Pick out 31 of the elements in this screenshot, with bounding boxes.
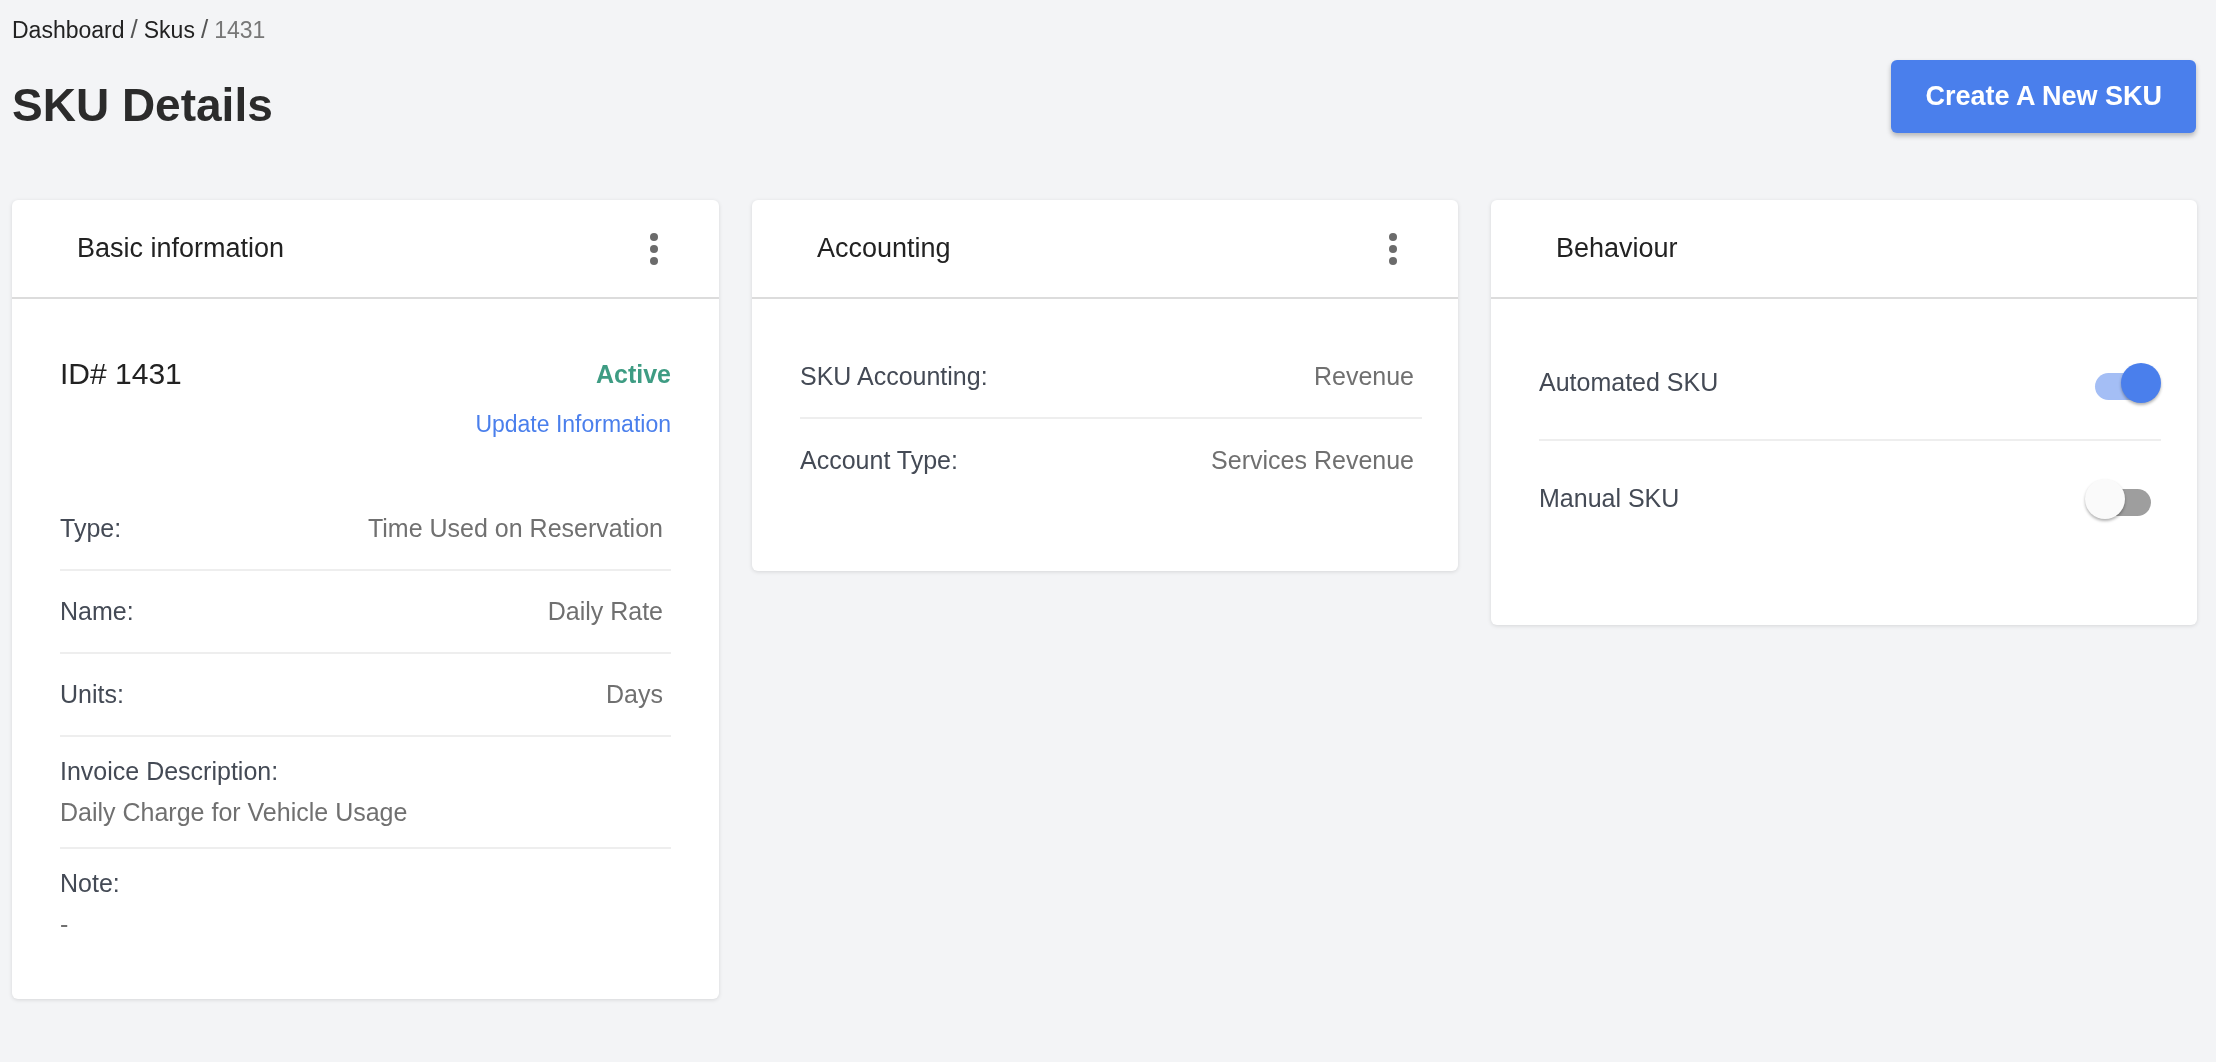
create-sku-button[interactable]: Create A New SKU (1891, 60, 2196, 133)
breadcrumb-separator: / (130, 14, 138, 45)
breadcrumb-current: 1431 (214, 17, 266, 44)
field-label: Note: (60, 869, 120, 898)
more-options-icon[interactable] (649, 231, 659, 266)
field-value: Revenue (1313, 361, 1415, 391)
status-label: Active (595, 359, 671, 389)
field-value: Daily Rate (547, 597, 664, 626)
field-value: Services Revenue (1211, 445, 1415, 475)
field-value: - (60, 910, 70, 939)
field-value: Daily Charge for Vehicle Usage (60, 798, 409, 827)
page-title: SKU Details (12, 78, 273, 132)
field-label: Name: (60, 597, 134, 626)
toggle-label: Automated SKU (1539, 367, 1719, 397)
toggle-label: Manual SKU (1539, 483, 1680, 513)
field-label: Type: (60, 514, 122, 543)
card-title: Behaviour (1556, 233, 1678, 264)
breadcrumb-link[interactable]: Skus (143, 17, 195, 44)
sku-id: ID# 1431 (60, 357, 182, 391)
field-label: Invoice Description: (60, 757, 279, 786)
field-value: Time Used on Reservation (367, 514, 664, 543)
field-label: Units: (60, 680, 124, 709)
breadcrumb-link[interactable]: Dashboard (12, 17, 125, 44)
breadcrumb-separator: / (200, 14, 209, 45)
field-label: Account Type: (800, 445, 958, 475)
update-information-link[interactable]: Update Information (60, 411, 671, 438)
field-value: Days (606, 680, 664, 709)
field-label: SKU Accounting: (800, 361, 988, 391)
card-title: Accounting (817, 233, 951, 264)
card-title: Basic information (77, 233, 285, 264)
more-options-icon[interactable] (1388, 231, 1398, 266)
